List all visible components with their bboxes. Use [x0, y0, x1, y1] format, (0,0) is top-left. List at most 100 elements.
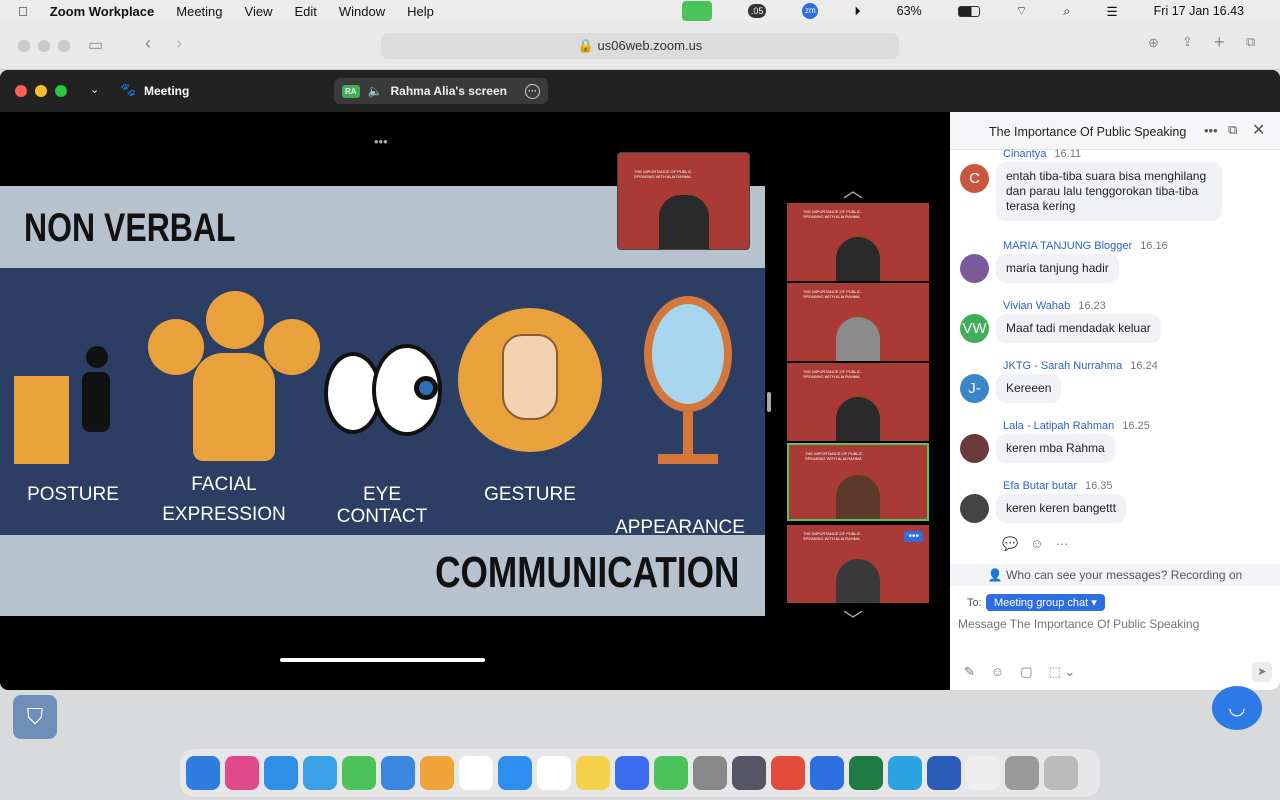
apple-icon[interactable]: : [18, 4, 28, 19]
sender-name[interactable]: Lala - Latipah Rahman 16.25: [1003, 420, 1150, 432]
privacy-notice[interactable]: 👤 Who can see your messages? Recording o…: [950, 564, 1280, 586]
emoji-icon[interactable]: ☺: [991, 664, 1004, 680]
avatar[interactable]: J-: [960, 374, 989, 403]
send-icon[interactable]: ➤: [1252, 662, 1272, 682]
avatar[interactable]: C: [960, 164, 989, 193]
avatar[interactable]: [960, 254, 989, 283]
clock[interactable]: Fri 17 Jan 16.43: [1154, 4, 1244, 18]
image-icon[interactable]: [1005, 756, 1039, 790]
maximize-button[interactable]: [55, 85, 67, 97]
new-tab-icon[interactable]: +: [1214, 32, 1225, 53]
screen-share-pill[interactable]: RA 🔈 Rahma Alia's screen ···: [334, 78, 548, 104]
meeting-label[interactable]: Meeting: [144, 84, 189, 98]
address-bar[interactable]: 🔒 us06web.zoom.us: [381, 33, 899, 59]
close-icon[interactable]: ✕: [1252, 120, 1265, 140]
sender-name[interactable]: Efa Butar butar 16.35: [1003, 480, 1113, 492]
download-icon[interactable]: ⊕: [1148, 35, 1159, 51]
camera-status-icon[interactable]: [681, 1, 712, 21]
excel-icon[interactable]: [849, 756, 883, 790]
numbers-icon[interactable]: [654, 756, 688, 790]
minimize-button[interactable]: [38, 40, 50, 52]
messages-icon[interactable]: [342, 756, 376, 790]
freeform-icon[interactable]: [615, 756, 649, 790]
shield-icon[interactable]: ⛉: [13, 695, 57, 739]
share-icon[interactable]: ⇪: [1182, 34, 1193, 50]
presenter-thumbnail[interactable]: THE IMPORTANCE OF PUBLIC SPEAKING WITH A…: [617, 152, 750, 250]
chevron-down-icon[interactable]: ﹀: [843, 604, 863, 633]
close-button[interactable]: [15, 85, 27, 97]
battery-icon[interactable]: [957, 5, 980, 17]
scroll-indicator[interactable]: [280, 658, 485, 662]
launchpad-icon[interactable]: [225, 756, 259, 790]
menu-app-name[interactable]: Zoom Workplace: [50, 4, 155, 19]
menu-window[interactable]: Window: [339, 4, 385, 19]
more-icon[interactable]: ···: [525, 83, 540, 99]
maximize-button[interactable]: [58, 40, 70, 52]
trash-icon[interactable]: [1044, 756, 1078, 790]
tabs-icon[interactable]: ⧉: [1246, 34, 1255, 50]
video-tile[interactable]: THE IMPORTANCE OF PUBLIC SPEAKING WITH A…: [787, 525, 929, 603]
safari-icon[interactable]: [264, 756, 298, 790]
forward-icon[interactable]: ›: [176, 33, 182, 54]
more-icon[interactable]: ···: [1055, 536, 1068, 552]
slide-footer: COMMUNICATION: [434, 548, 739, 597]
file-icon[interactable]: ▢: [1020, 664, 1032, 680]
chevron-down-icon[interactable]: ⌄: [90, 83, 99, 96]
chevron-up-icon[interactable]: ︿: [843, 174, 863, 203]
zoom-icon[interactable]: [810, 756, 844, 790]
badge-icon[interactable]: .05: [747, 4, 767, 18]
photos-icon[interactable]: [420, 756, 454, 790]
mail-icon[interactable]: [303, 756, 337, 790]
back-icon[interactable]: ‹: [145, 33, 151, 54]
resize-handle[interactable]: [767, 392, 771, 412]
pop-out-icon[interactable]: ⧉: [1228, 122, 1237, 138]
message-time: 16.16: [1140, 240, 1168, 252]
support-chat-icon[interactable]: ◡: [1212, 686, 1262, 730]
recipient-dropdown[interactable]: Meeting group chat ▾: [986, 594, 1105, 611]
message-input[interactable]: [958, 614, 1268, 634]
video-tile[interactable]: THE IMPORTANCE OF PUBLIC SPEAKING WITH A…: [787, 363, 929, 441]
menu-meeting[interactable]: Meeting: [176, 4, 222, 19]
app-store-icon[interactable]: [498, 756, 532, 790]
minimize-button[interactable]: [35, 85, 47, 97]
word-icon[interactable]: [927, 756, 961, 790]
close-button[interactable]: [18, 40, 30, 52]
menu-edit[interactable]: Edit: [294, 4, 316, 19]
menu-view[interactable]: View: [245, 4, 273, 19]
video-tile[interactable]: THE IMPORTANCE OF PUBLIC SPEAKING WITH A…: [787, 203, 929, 281]
sidebar-icon[interactable]: ▭: [88, 35, 103, 55]
screenshot-icon[interactable]: ⬚ ⌄: [1048, 664, 1075, 680]
video-tile[interactable]: THE IMPORTANCE OF PUBLIC SPEAKING WITH A…: [787, 283, 929, 361]
format-icon[interactable]: ✎: [964, 664, 975, 680]
play-icon[interactable]: ⏵: [854, 4, 860, 19]
preview-icon[interactable]: [732, 756, 766, 790]
avatar[interactable]: VW: [960, 314, 989, 343]
settings-icon[interactable]: [693, 756, 727, 790]
reminders-icon[interactable]: [537, 756, 571, 790]
notes-icon[interactable]: [576, 756, 610, 790]
avatar[interactable]: [960, 434, 989, 463]
reply-icon[interactable]: 💬: [1002, 536, 1018, 552]
zoom-status-icon[interactable]: zm: [802, 3, 819, 19]
menu-help[interactable]: Help: [407, 4, 434, 19]
more-icon[interactable]: •••: [1204, 123, 1218, 138]
finder-icon[interactable]: [186, 756, 220, 790]
sender-name[interactable]: Cinantya 16.11: [1003, 148, 1081, 160]
avatar[interactable]: [960, 494, 989, 523]
calendar-icon[interactable]: [459, 756, 493, 790]
wifi-icon[interactable]: ⌔: [1016, 3, 1028, 19]
sender-name[interactable]: JKTG - Sarah Nurrahma 16.24: [1003, 360, 1158, 372]
video-tile-active-speaker[interactable]: THE IMPORTANCE OF PUBLIC SPEAKING WITH A…: [787, 443, 929, 521]
sender-name[interactable]: MARIA TANJUNG Blogger 16.16: [1003, 240, 1168, 252]
document-icon[interactable]: [966, 756, 1000, 790]
more-icon[interactable]: •••: [374, 134, 388, 149]
maps-icon[interactable]: [381, 756, 415, 790]
telegram-icon[interactable]: [888, 756, 922, 790]
emoji-reaction-icon[interactable]: ☺: [1030, 536, 1043, 552]
more-icon[interactable]: •••: [904, 531, 923, 542]
control-center-icon[interactable]: ☰: [1106, 4, 1117, 19]
recipient-value: Meeting group chat: [994, 597, 1089, 609]
sender-name[interactable]: Vivian Wahab 16.23: [1003, 300, 1106, 312]
search-icon[interactable]: ⌕: [1063, 4, 1070, 19]
chrome-icon[interactable]: [771, 756, 805, 790]
